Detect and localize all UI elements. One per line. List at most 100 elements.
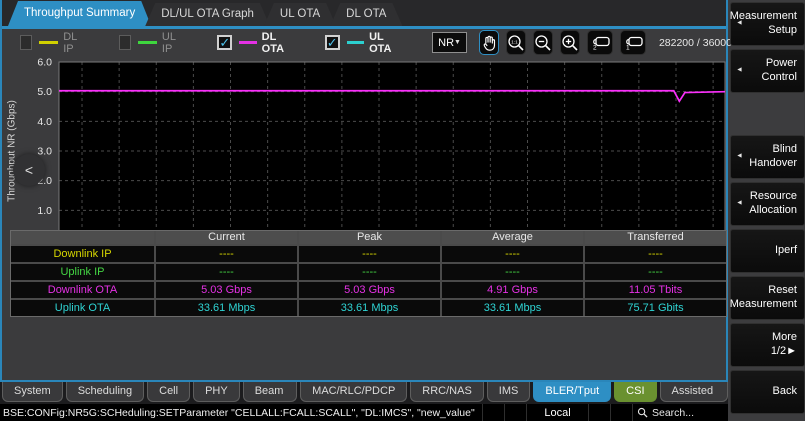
dl-ip-checkbox[interactable]: ✓ — [20, 35, 32, 50]
marker-2-icon: 2 — [588, 34, 612, 52]
bottom-tab-bar: System Scheduling Cell PHY Beam Mgmt MAC… — [0, 382, 728, 404]
row-label-uplink-ota: Uplink OTA — [11, 300, 154, 316]
status-cell — [482, 404, 504, 421]
zoom-1-1-button[interactable]: 1:1 — [506, 30, 526, 55]
collapse-panel-handle[interactable]: < — [13, 154, 45, 186]
throughput-summary-table: Current Peak Average Transferred Downlin… — [10, 230, 727, 317]
legend-toolbar-row: ✓ DL IP ✓ UL IP ✓ DL OTA ✓ UL OTA NR — [2, 29, 726, 56]
tab-cell[interactable]: Cell — [147, 382, 190, 402]
row-label-downlink-ota: Downlink OTA — [11, 282, 154, 298]
tab-assisted-tx-meas[interactable]: Assisted Tx Meas — [660, 382, 728, 402]
cell-downlink-ip-transferred: ---- — [585, 246, 726, 262]
top-tab-bar: Throughput Summary DL/UL OTA Graph UL OT… — [2, 0, 726, 26]
tab-scheduling[interactable]: Scheduling — [66, 382, 144, 402]
tab-ims[interactable]: IMS — [487, 382, 531, 402]
cell-uplink-ip-average: ---- — [442, 264, 583, 280]
tab-ul-ota[interactable]: UL OTA — [264, 3, 336, 26]
zoom-out-icon — [534, 34, 552, 52]
cell-uplink-ip-peak: ---- — [299, 264, 440, 280]
legend-item-ul-ota[interactable]: ✓ UL OTA — [325, 31, 398, 55]
zoom-out-button[interactable] — [533, 30, 553, 55]
column-header-peak: Peak — [299, 231, 440, 244]
tab-system[interactable]: System — [2, 382, 63, 402]
svg-text:3.0: 3.0 — [37, 146, 52, 158]
legend-item-ul-ip[interactable]: ✓ UL IP — [119, 31, 184, 55]
column-header-transferred: Transferred — [585, 231, 726, 244]
tab-mac-rlc-pdcp[interactable]: MAC/RLC/PDCP — [300, 382, 407, 402]
ul-ota-label: UL OTA — [369, 31, 398, 55]
left-arrow-icon: ◄ — [736, 67, 743, 76]
power-control-button[interactable]: ◄ Power Control — [730, 49, 805, 93]
cell-uplink-ip-transferred: ---- — [585, 264, 726, 280]
checkmark-icon: ✓ — [327, 36, 338, 49]
column-header-average: Average — [442, 231, 583, 244]
column-header — [11, 231, 154, 244]
tab-bler-tput[interactable]: BLER/Tput — [533, 382, 611, 402]
tab-phy[interactable]: PHY — [193, 382, 240, 402]
left-arrow-icon: ◄ — [736, 153, 743, 162]
search-field[interactable]: Search... — [632, 404, 728, 421]
resource-allocation-button[interactable]: ◄ Resource Allocation — [730, 182, 805, 226]
cell-downlink-ota-transferred: 11.05 Tbits — [585, 282, 726, 298]
status-cell — [588, 404, 610, 421]
cell-downlink-ota-peak: 5.03 Gbps — [299, 282, 440, 298]
back-button[interactable]: Back — [730, 370, 805, 414]
button-label: More 1/2► — [743, 331, 797, 359]
status-cell — [504, 404, 526, 421]
tab-rrc-nas[interactable]: RRC/NAS — [410, 382, 484, 402]
search-icon — [637, 407, 648, 418]
cell-downlink-ip-peak: ---- — [299, 246, 440, 262]
button-label: Back — [773, 385, 797, 399]
ul-ip-checkbox[interactable]: ✓ — [119, 35, 131, 50]
tab-dl-ota[interactable]: DL OTA — [330, 3, 402, 26]
ul-ip-line-swatch — [138, 41, 157, 44]
pan-tool-button[interactable] — [479, 30, 499, 55]
tech-select-dropdown[interactable]: NR ▼ — [432, 32, 467, 53]
instrument-screen: Throughput Summary DL/UL OTA Graph UL OT… — [0, 0, 805, 421]
ul-ota-checkbox[interactable]: ✓ — [325, 35, 340, 50]
svg-text:6.0: 6.0 — [37, 57, 52, 69]
status-bar: BSE:CONFig:NR5G:SCHeduling:SETParameter … — [0, 404, 728, 421]
more-pages-button[interactable]: More 1/2► — [730, 323, 805, 367]
left-arrow-icon: ◄ — [736, 20, 743, 29]
local-mode-indicator: Local — [526, 404, 588, 421]
blind-handover-button[interactable]: ◄ Blind Handover — [730, 135, 805, 179]
sample-counter: 282200 / 360000 — [659, 37, 738, 49]
legend-item-dl-ota[interactable]: ✓ DL OTA — [217, 31, 290, 55]
tech-select-value: NR — [438, 37, 454, 49]
cell-downlink-ota-average: 4.91 Gbps — [442, 282, 583, 298]
checkmark-icon: ✓ — [219, 36, 230, 49]
row-label-downlink-ip: Downlink IP — [11, 246, 154, 262]
svg-text:5.0: 5.0 — [37, 86, 52, 98]
row-label-uplink-ip: Uplink IP — [11, 264, 154, 280]
cell-downlink-ip-current: ---- — [156, 246, 297, 262]
svg-text:1:1: 1:1 — [511, 39, 518, 44]
svg-text:4.0: 4.0 — [37, 116, 52, 128]
cell-uplink-ota-average: 33.61 Mbps — [442, 300, 583, 316]
tab-csi[interactable]: CSI — [614, 382, 656, 402]
search-placeholder: Search... — [652, 407, 694, 419]
svg-text:1: 1 — [626, 44, 630, 51]
legend-item-dl-ip[interactable]: ✓ DL IP — [20, 31, 85, 55]
hand-icon — [480, 34, 498, 52]
tab-throughput-summary[interactable]: Throughput Summary — [8, 1, 151, 26]
scpi-command-text: BSE:CONFig:NR5G:SCHeduling:SETParameter … — [0, 407, 482, 419]
left-arrow-icon: ◄ — [736, 200, 743, 209]
button-label: Resource Allocation — [749, 190, 797, 218]
dl-ota-checkbox[interactable]: ✓ — [217, 35, 232, 50]
iperf-button[interactable]: Iperf — [730, 229, 805, 273]
dl-ota-label: DL OTA — [262, 31, 291, 55]
marker-1-button[interactable]: 1 — [620, 30, 646, 55]
tab-dlul-ota-graph[interactable]: DL/UL OTA Graph — [145, 3, 270, 26]
tab-beam-mgmt[interactable]: Beam Mgmt — [243, 382, 297, 402]
reset-measurement-button[interactable]: Reset Measurement — [730, 276, 805, 320]
zoom-1-1-icon: 1:1 — [507, 34, 525, 52]
ul-ip-label: UL IP — [162, 31, 183, 55]
zoom-in-button[interactable] — [560, 30, 580, 55]
chevron-left-icon: < — [25, 162, 33, 178]
cell-uplink-ota-current: 33.61 Mbps — [156, 300, 297, 316]
button-label: Iperf — [775, 244, 797, 258]
y-axis-label: Throughput NR (Gbps) — [7, 100, 18, 202]
measurement-setup-button[interactable]: ◄ Measurement Setup — [730, 2, 805, 46]
marker-2-button[interactable]: 2 — [587, 30, 613, 55]
